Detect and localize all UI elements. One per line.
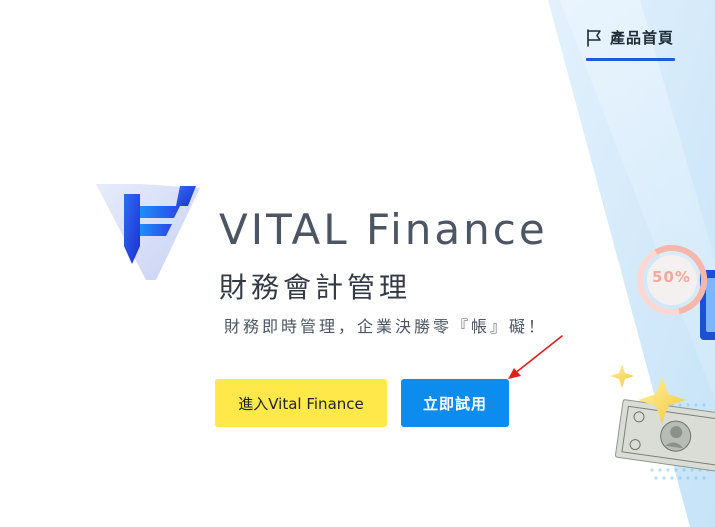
active-tab-indicator bbox=[586, 58, 675, 61]
brand-name: VITAL Finance bbox=[219, 205, 548, 254]
enter-vital-finance-button[interactable]: 進入Vital Finance bbox=[215, 379, 387, 427]
free-trial-button[interactable]: 立即試用 bbox=[401, 379, 509, 427]
tab-product-home-label: 產品首頁 bbox=[610, 29, 675, 47]
product-tagline: 財務即時管理，企業決勝零『帳』礙！ bbox=[224, 317, 548, 336]
product-title: 財務會計管理 bbox=[219, 271, 412, 304]
landing-page: 50% 產品首頁 VITAL Finance 財務會計管理 財務即時管理，企業決… bbox=[0, 0, 715, 527]
annotation-arrow-icon bbox=[508, 335, 563, 379]
flag-icon bbox=[587, 29, 601, 47]
tab-product-home[interactable]: 產品首頁 bbox=[586, 26, 675, 62]
vital-finance-logo-icon bbox=[96, 184, 200, 280]
discount-badge: 50% bbox=[652, 268, 691, 286]
